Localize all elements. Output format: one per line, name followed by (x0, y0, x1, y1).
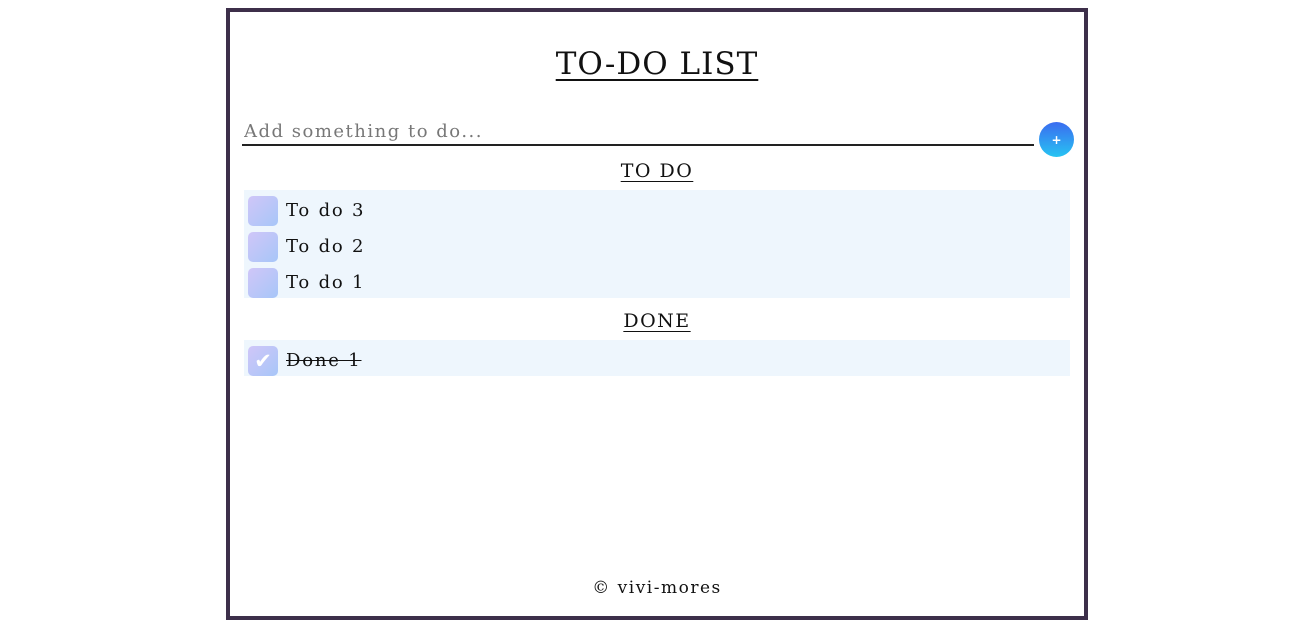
plus-icon: + (1051, 132, 1062, 147)
done-list: ✔ Done 1 (244, 340, 1070, 376)
todo-item: To do 2 (244, 229, 1070, 265)
todo-card: TO-DO LIST + TO DO To do 3 To do 2 To do… (226, 8, 1088, 620)
done-item-label[interactable]: Done 1 (286, 350, 362, 371)
todo-item-label[interactable]: To do 2 (286, 236, 365, 257)
todo-section-heading: TO DO (620, 160, 694, 182)
checkmark-icon: ✔ (254, 348, 272, 373)
todo-item-label[interactable]: To do 1 (286, 272, 365, 293)
todo-item: To do 1 (244, 265, 1070, 301)
add-todo-button[interactable]: + (1039, 122, 1074, 157)
todo-item-label[interactable]: To do 3 (286, 200, 365, 221)
add-todo-input[interactable] (242, 118, 1034, 146)
done-item: ✔ Done 1 (244, 343, 1070, 379)
footer-credit: © vivi-mores (592, 578, 722, 598)
todo-item-checkbox[interactable] (248, 268, 278, 298)
todo-item-checkbox[interactable] (248, 196, 278, 226)
todo-list: To do 3 To do 2 To do 1 (244, 190, 1070, 298)
page-title: TO-DO LIST (555, 46, 759, 82)
done-item-checkbox[interactable]: ✔ (248, 346, 278, 376)
add-todo-row: + (242, 118, 1076, 158)
done-section-heading: DONE (623, 310, 691, 332)
todo-item-checkbox[interactable] (248, 232, 278, 262)
todo-item: To do 3 (244, 193, 1070, 229)
